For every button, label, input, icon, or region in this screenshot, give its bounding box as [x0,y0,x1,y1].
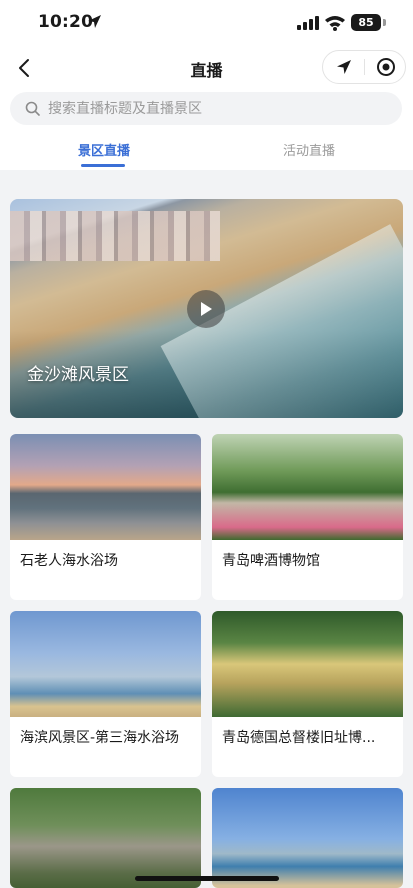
card-thumbnail [10,611,201,717]
battery-tip [383,19,386,26]
live-card[interactable] [10,788,201,888]
card-thumbnail [212,788,403,888]
status-bar: 10:20 85 [0,0,413,46]
card-thumbnail [10,434,201,540]
nav-bar: 直播 [0,46,413,90]
hero-image-buildings [10,211,220,261]
location-arrow-icon [88,15,101,28]
tab-event-live[interactable]: 活动直播 [283,140,335,159]
location-button[interactable] [323,51,365,83]
battery-indicator: 85 [351,14,381,31]
card-title: 青岛啤酒博物馆 [222,553,320,569]
play-button[interactable] [187,290,225,328]
battery-level: 85 [358,16,374,29]
live-card[interactable]: 青岛德国总督楼旧址博... [212,611,403,777]
card-thumbnail [10,788,201,888]
tab-active-indicator [81,164,125,167]
target-circle-icon [377,58,395,76]
search-box[interactable] [10,92,402,125]
featured-title: 金沙滩风景区 [27,365,129,385]
play-icon [201,302,212,316]
card-title: 石老人海水浴场 [20,553,118,569]
search-section [0,90,413,130]
home-indicator [135,876,279,881]
featured-live-card[interactable]: 金沙滩风景区 [10,199,403,418]
live-card[interactable]: 青岛啤酒博物馆 [212,434,403,600]
navigation-arrow-icon [337,60,351,74]
live-card[interactable]: 石老人海水浴场 [10,434,201,600]
search-icon [25,101,40,116]
mini-program-capsule [322,50,406,84]
search-input[interactable] [48,92,388,125]
status-time: 10:20 [38,12,94,32]
card-title: 海滨风景区-第三海水浴场 [20,730,180,746]
live-card[interactable]: 海滨风景区-第三海水浴场 [10,611,201,777]
card-title: 青岛德国总督楼旧址博... [222,730,376,746]
tab-bar: 景区直播 活动直播 [0,130,413,170]
live-card[interactable] [212,788,403,888]
cellular-signal-icon [297,16,319,30]
close-mini-program-button[interactable] [365,51,407,83]
card-thumbnail [212,434,403,540]
card-thumbnail [212,611,403,717]
tab-scenic-live[interactable]: 景区直播 [78,140,130,159]
wifi-icon [325,16,345,31]
